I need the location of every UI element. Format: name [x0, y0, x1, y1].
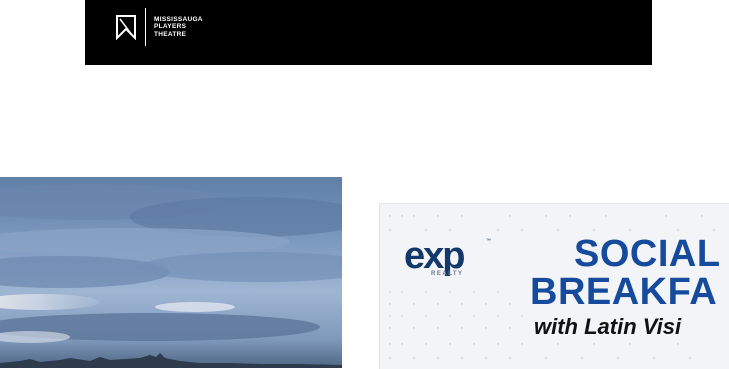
theatre-banner[interactable]: MISSISSAUGA PLAYERS THEATRE	[85, 0, 652, 65]
sky-photo	[0, 177, 342, 368]
bookmark-logo-icon	[116, 15, 136, 40]
exp-logo-realty: REALTY	[431, 271, 464, 277]
logo-line-1: MISSISSAUGA	[154, 16, 203, 24]
exp-logo-trademark: ™	[486, 238, 491, 244]
headline-subline: with Latin Visi	[534, 314, 682, 339]
logo-line-3: THEATRE	[154, 30, 187, 38]
exp-logo-wordmark: exp	[404, 235, 466, 277]
headline-line-1: SOCIAL	[574, 233, 721, 275]
logo-wordmark: MISSISSAUGA PLAYERS THEATRE	[154, 16, 203, 38]
logo-divider	[145, 8, 146, 46]
sky-photo-card[interactable]	[0, 177, 342, 368]
logo-line-2: PLAYERS	[154, 23, 187, 31]
exp-social-breakfast-card[interactable]: exp ™ REALTY SOCIAL BREAKFA with Latin V…	[379, 203, 729, 369]
exp-realty-logo: exp ™ REALTY	[404, 236, 494, 284]
headline-line-2: BREAKFA	[530, 271, 718, 313]
theatre-logo[interactable]: MISSISSAUGA PLAYERS THEATRE	[115, 7, 203, 47]
